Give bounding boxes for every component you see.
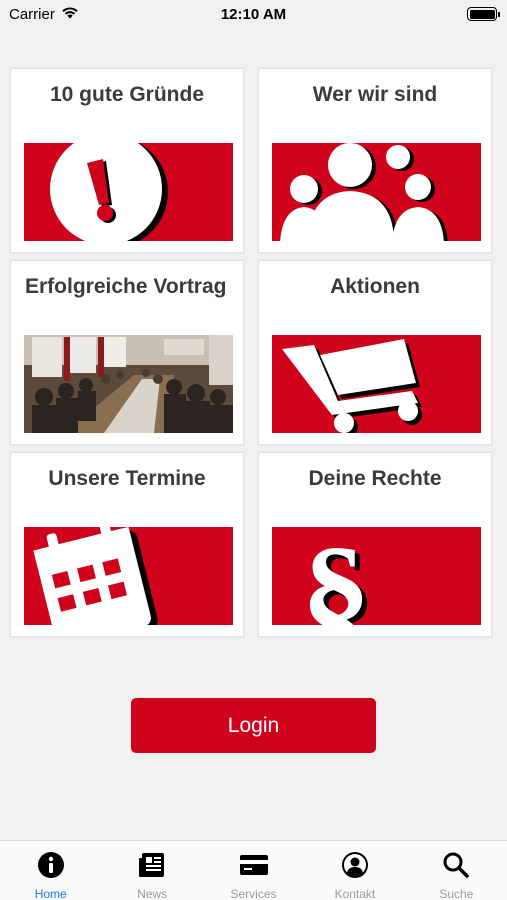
- paragraph-icon: § §: [272, 527, 481, 625]
- tab-suche[interactable]: Suche: [406, 841, 507, 900]
- tile-title: Unsere Termine: [48, 467, 206, 490]
- exclamation-icon: [24, 143, 233, 241]
- tile-unsere-termine[interactable]: Unsere Termine: [10, 452, 244, 637]
- tile-title: Wer wir sind: [312, 83, 438, 106]
- meeting-photo: [24, 335, 233, 433]
- tab-label: Suche: [439, 887, 474, 900]
- tile-title: Aktionen: [330, 275, 420, 298]
- tab-label: News: [137, 887, 168, 900]
- tab-label: Kontakt: [334, 887, 376, 900]
- login-button[interactable]: Login: [131, 698, 376, 753]
- tile-erfolgreiche-vortraege[interactable]: Erfolgreiche Vortrag: [10, 260, 244, 445]
- tile-title: Erfolgreiche Vortrag: [25, 275, 227, 298]
- card-icon: [239, 851, 269, 879]
- tab-services[interactable]: Services: [203, 841, 304, 900]
- newspaper-icon: [137, 851, 167, 879]
- tile-10-gute-gruende[interactable]: 10 gute Gründe: [10, 68, 244, 253]
- status-bar: Carrier 12:10 AM: [0, 0, 507, 28]
- people-group-icon: [272, 143, 481, 241]
- tile-deine-rechte[interactable]: Deine Rechte § §: [258, 452, 492, 637]
- svg-text:§: §: [301, 527, 371, 625]
- tile-title: 10 gute Gründe: [49, 83, 205, 106]
- carrier-label: Carrier: [9, 5, 55, 23]
- tab-label: Services: [230, 887, 277, 900]
- search-icon: [441, 851, 471, 879]
- battery-icon: [467, 7, 500, 21]
- tab-bar: Home News Services Kontakt Suche: [0, 840, 507, 900]
- person-icon: [340, 851, 370, 879]
- shopping-cart-icon: [272, 335, 481, 433]
- tab-home[interactable]: Home: [0, 841, 101, 900]
- tab-label: Home: [34, 887, 67, 900]
- status-left: Carrier: [9, 6, 79, 23]
- tile-aktionen[interactable]: Aktionen: [258, 260, 492, 445]
- calendar-icon: [24, 527, 233, 625]
- tab-kontakt[interactable]: Kontakt: [304, 841, 405, 900]
- wifi-icon: [61, 6, 79, 23]
- info-icon: [36, 851, 66, 879]
- tile-wer-wir-sind[interactable]: Wer wir sind: [258, 68, 492, 253]
- tile-title: Deine Rechte: [308, 467, 442, 490]
- tab-news[interactable]: News: [101, 841, 202, 900]
